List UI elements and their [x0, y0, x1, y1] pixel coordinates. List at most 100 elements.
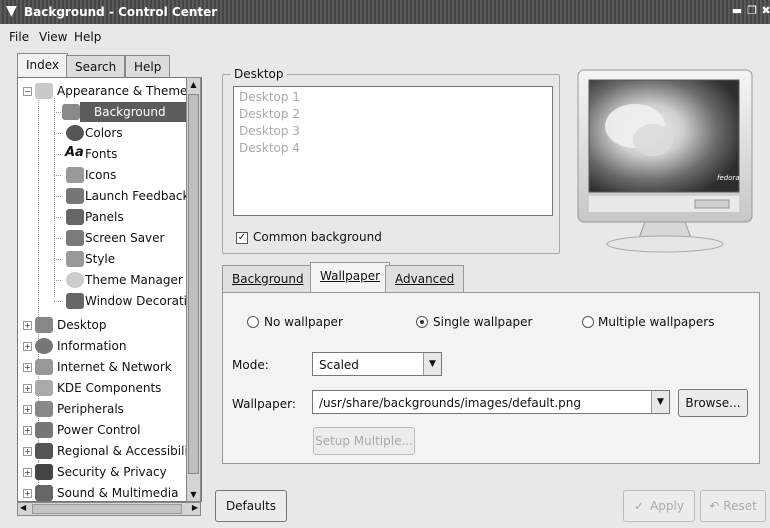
style-icon [66, 251, 84, 267]
tree-item-appearance[interactable]: − Appearance & Themes [18, 81, 194, 102]
scroll-up-icon[interactable]: ▲ [188, 78, 199, 91]
tree-item-desktop[interactable]: + Desktop [18, 315, 188, 336]
tree-item-colors[interactable]: Colors [18, 123, 188, 144]
scroll-left-icon[interactable]: ◀ [20, 503, 26, 512]
security-icon [35, 464, 53, 480]
multiple-wallpapers-radio[interactable] [582, 316, 594, 328]
tree-item-internet-network[interactable]: + Internet & Network [18, 357, 188, 378]
icons-icon [66, 167, 84, 183]
tab-index[interactable]: Index [17, 53, 69, 77]
sound-icon [35, 485, 53, 501]
no-wallpaper-label[interactable]: No wallpaper [264, 315, 343, 329]
tree-horizontal-scrollbar[interactable]: ◀ ▶ [17, 502, 201, 516]
kde-components-icon [35, 380, 53, 396]
tree-item-sound[interactable]: + Sound & Multimedia [18, 483, 188, 501]
expand-icon[interactable]: + [23, 342, 32, 351]
tree-item-security[interactable]: + Security & Privacy [18, 462, 188, 483]
maximize-icon[interactable]: ❐ [745, 4, 759, 18]
colors-icon [66, 125, 84, 141]
no-wallpaper-radio[interactable] [247, 316, 259, 328]
apply-button[interactable]: ✓ Apply [623, 490, 695, 522]
regional-icon [35, 443, 53, 459]
title-bar[interactable]: ▼ Background - Control Center ▬ ❐ ✖ [0, 0, 770, 24]
tab-advanced[interactable]: Advanced [385, 265, 465, 293]
window-title: Background - Control Center [24, 5, 218, 19]
tree-vertical-scrollbar[interactable]: ▲ ▼ [186, 77, 201, 502]
single-wallpaper-radio[interactable] [416, 316, 428, 328]
screen-saver-icon [66, 230, 84, 246]
minimize-icon[interactable]: ▬ [730, 4, 744, 18]
chevron-down-icon[interactable]: ▼ [423, 353, 441, 375]
setup-multiple-button[interactable]: Setup Multiple... [313, 427, 415, 455]
multiple-wallpapers-label[interactable]: Multiple wallpapers [598, 315, 714, 329]
tree-item-window-decorations[interactable]: Window Decorations [18, 291, 201, 312]
launch-feedback-icon [66, 188, 84, 204]
expand-icon[interactable]: + [23, 489, 32, 498]
reset-button[interactable]: ↶ Reset [700, 490, 766, 522]
tree-item-fonts[interactable]: Aa Fonts [18, 144, 188, 165]
tree-item-information[interactable]: + Information [18, 336, 188, 357]
menu-help[interactable]: Help [74, 30, 101, 44]
monitor-brand: fedora [717, 174, 740, 182]
expand-icon[interactable]: + [23, 405, 32, 414]
tree-item-panels[interactable]: Panels [18, 207, 188, 228]
scroll-thumb[interactable] [188, 94, 199, 474]
list-item[interactable]: Desktop 2 [239, 107, 300, 121]
chevron-down-icon[interactable]: ▼ [651, 391, 669, 413]
desktop-icon [35, 317, 53, 333]
expand-icon[interactable]: + [23, 321, 32, 330]
list-item[interactable]: Desktop 1 [239, 90, 300, 104]
wallpaper-label: Wallpaper: [232, 397, 296, 411]
list-item[interactable]: Desktop 4 [239, 141, 300, 155]
list-item[interactable]: Desktop 3 [239, 124, 300, 138]
tree-item-regional[interactable]: + Regional & Accessibility [18, 441, 200, 462]
monitor-preview: fedora [575, 68, 755, 258]
reset-icon: ↶ [709, 499, 720, 513]
tab-search[interactable]: Search [66, 55, 126, 77]
scroll-right-icon[interactable]: ▶ [192, 503, 198, 512]
panels-icon [66, 209, 84, 225]
tree-item-peripherals[interactable]: + Peripherals [18, 399, 188, 420]
menu-file[interactable]: File [9, 30, 29, 44]
browse-button[interactable]: Browse... [678, 389, 748, 417]
common-background-checkbox[interactable]: ✓ [236, 232, 248, 244]
expand-icon[interactable]: + [23, 426, 32, 435]
expand-icon[interactable]: + [23, 447, 32, 456]
apply-icon: ✓ [634, 499, 645, 513]
peripherals-icon [35, 401, 53, 417]
expand-icon[interactable]: + [23, 468, 32, 477]
scroll-down-icon[interactable]: ▼ [188, 488, 199, 501]
expand-icon[interactable]: + [23, 363, 32, 372]
tree-item-kde-components[interactable]: + KDE Components [18, 378, 188, 399]
window-decorations-icon [66, 293, 84, 309]
tree-item-background[interactable]: Background [18, 102, 188, 123]
tree-item-power-control[interactable]: + Power Control [18, 420, 188, 441]
tree-item-icons[interactable]: Icons [18, 165, 188, 186]
window-menu-icon[interactable]: ▼ [6, 3, 17, 19]
information-icon [35, 338, 53, 354]
tab-help[interactable]: Help [125, 55, 171, 77]
theme-manager-icon [66, 272, 84, 288]
collapse-icon[interactable]: − [23, 87, 32, 96]
menu-view[interactable]: View [39, 30, 67, 44]
network-icon [35, 359, 53, 375]
mode-select[interactable]: Scaled ▼ [312, 352, 442, 376]
tab-wallpaper[interactable]: Wallpaper [310, 262, 391, 293]
tab-background[interactable]: Background [222, 265, 314, 293]
common-background-label[interactable]: Common background [253, 230, 382, 244]
wallpaper-path-select[interactable]: /usr/share/backgrounds/images/default.pn… [312, 390, 670, 414]
defaults-button[interactable]: Defaults [215, 490, 287, 522]
expand-icon[interactable]: + [23, 384, 32, 393]
single-wallpaper-label[interactable]: Single wallpaper [433, 315, 532, 329]
module-tree: − Appearance & Themes Background Colors … [17, 77, 202, 502]
panel-splitter[interactable] [205, 54, 209, 520]
mode-label: Mode: [232, 358, 269, 372]
desktop-list[interactable]: Desktop 1 Desktop 2 Desktop 3 Desktop 4 [233, 86, 553, 216]
power-control-icon [35, 422, 53, 438]
menu-bar: File View Help [0, 24, 770, 48]
tree-item-style[interactable]: Style [18, 249, 188, 270]
tree-item-theme-manager[interactable]: Theme Manager [18, 270, 188, 291]
tree-item-launch-feedback[interactable]: Launch Feedback [18, 186, 189, 207]
tree-item-screen-saver[interactable]: Screen Saver [18, 228, 188, 249]
close-icon[interactable]: ✖ [759, 4, 770, 18]
